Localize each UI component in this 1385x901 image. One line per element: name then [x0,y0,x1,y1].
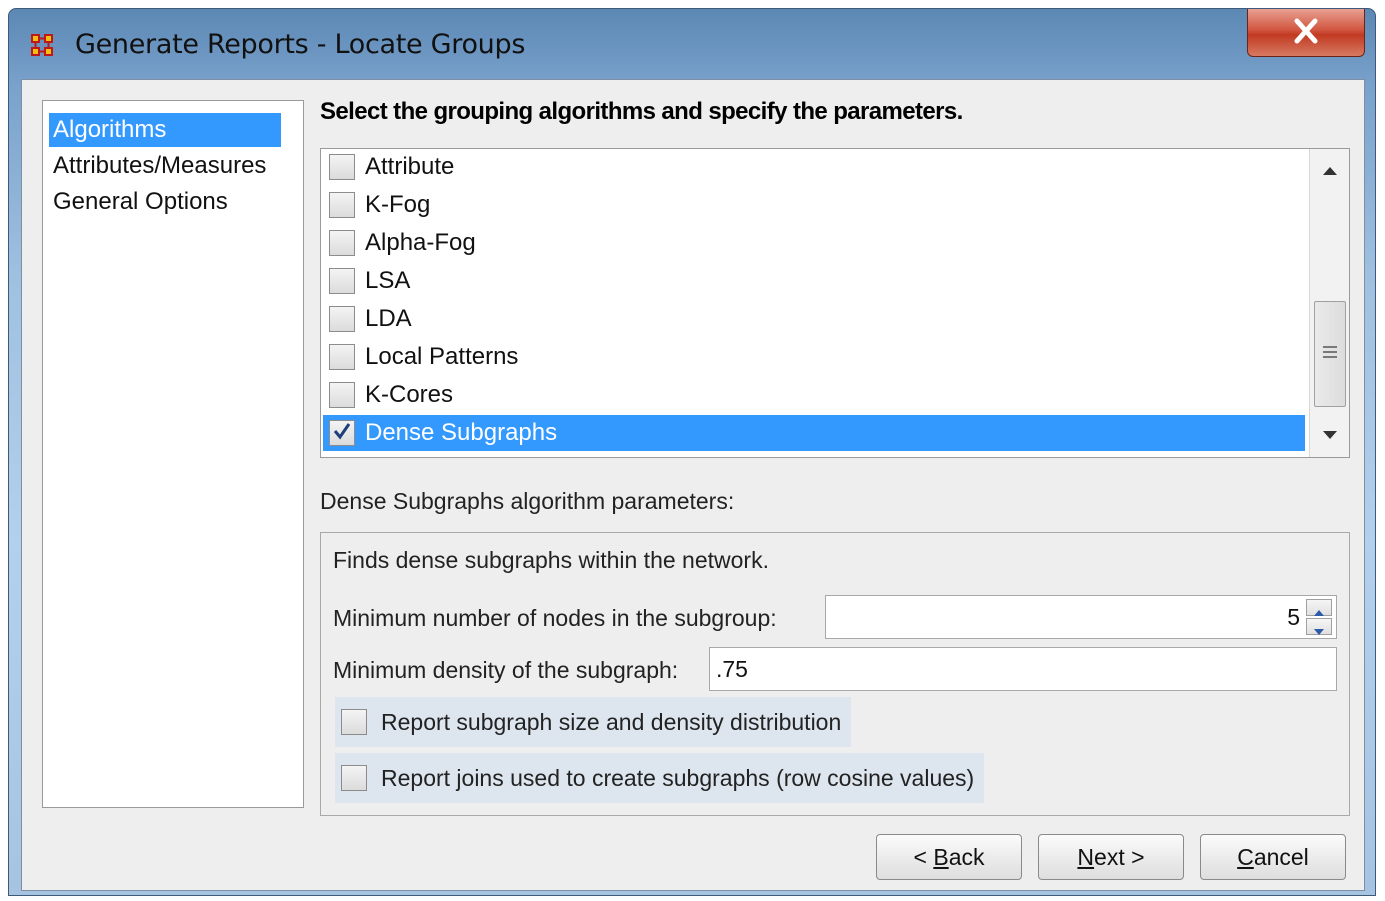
nav-item-general-options[interactable]: General Options [49,185,232,219]
algorithm-label: Attribute [365,153,455,180]
back-button-label: ack [948,844,985,870]
cancel-button-label: ancel [1253,844,1309,870]
arrow-down-icon [1323,426,1337,444]
report-distribution-option[interactable]: Report subgraph size and density distrib… [335,697,852,747]
spinner-down-button[interactable] [1306,618,1332,635]
scroll-thumb[interactable] [1314,301,1346,407]
cancel-button[interactable]: Cancel [1200,834,1346,880]
report-joins-label: Report joins used to create subgraphs (r… [381,764,975,791]
dialog-window: Generate Reports - Locate Groups Algorit… [8,8,1376,896]
checkmark-icon [332,421,352,446]
nav-item-algorithms[interactable]: Algorithms [49,113,281,147]
scroll-up-button[interactable] [1310,151,1349,191]
min-density-label: Minimum density of the subgraph: [333,657,679,683]
algorithm-list[interactable]: Attribute K-Fog Alpha-Fog LSA LDA Local … [320,148,1350,458]
next-button-label: ext > [1094,844,1145,870]
report-distribution-label: Report subgraph size and density distrib… [381,708,842,735]
app-icon [31,34,53,56]
algorithm-item-lsa[interactable]: LSA [323,263,1305,299]
algorithm-label: K-Fog [365,191,431,218]
algorithm-checkbox[interactable] [329,306,355,332]
algorithm-label: LSA [365,267,411,294]
next-button[interactable]: Next > [1038,834,1184,880]
min-density-field[interactable]: .75 [709,647,1337,691]
cancel-button-mnemonic: C [1237,844,1254,870]
back-button[interactable]: < Back [876,834,1022,880]
section-heading: Select the grouping algorithms and speci… [320,98,963,125]
algorithm-checkbox[interactable] [329,192,355,218]
min-nodes-value: 5 [1287,604,1300,630]
dialog-content: Algorithms Attributes/Measures General O… [21,79,1365,891]
algorithm-description: Finds dense subgraphs within the network… [333,547,769,573]
algorithm-item-lda[interactable]: LDA [323,301,1305,337]
next-button-mnemonic: N [1077,844,1095,870]
algorithm-label: Alpha-Fog [365,229,476,256]
algorithm-checkbox[interactable] [329,344,355,370]
algorithm-label: K-Cores [365,381,454,408]
report-joins-checkbox[interactable] [341,765,367,791]
window-title: Generate Reports - Locate Groups [75,29,526,60]
min-nodes-label: Minimum number of nodes in the subgroup: [333,605,777,631]
title-bar[interactable]: Generate Reports - Locate Groups [9,9,1375,81]
params-title: Dense Subgraphs algorithm parameters: [320,488,735,514]
algorithm-checkbox[interactable] [329,230,355,256]
arrow-down-icon [1314,606,1324,648]
back-button-prefix: < [913,844,934,870]
algorithm-item-local-patterns[interactable]: Local Patterns [323,339,1305,375]
algorithm-label: Local Patterns [365,343,519,370]
algorithm-checkbox[interactable] [329,420,355,446]
algorithm-item-k-fog[interactable]: K-Fog [323,187,1305,223]
close-icon [1292,18,1320,48]
algorithm-item-k-cores[interactable]: K-Cores [323,377,1305,413]
algorithm-item-dense-subgraphs[interactable]: Dense Subgraphs [323,415,1305,451]
params-panel: Finds dense subgraphs within the network… [320,532,1350,816]
arrow-up-icon [1323,162,1337,180]
min-nodes-spinner[interactable]: 5 [825,595,1337,639]
algorithm-label: LDA [365,305,412,332]
close-button[interactable] [1247,9,1365,57]
nav-list: Algorithms Attributes/Measures General O… [42,100,304,808]
spinner-buttons [1306,599,1332,635]
nav-item-attributes-measures[interactable]: Attributes/Measures [49,149,270,183]
algorithm-checkbox[interactable] [329,268,355,294]
algorithm-label: Dense Subgraphs [365,419,558,446]
report-joins-option[interactable]: Report joins used to create subgraphs (r… [335,753,985,803]
algorithm-item-alpha-fog[interactable]: Alpha-Fog [323,225,1305,261]
scroll-down-button[interactable] [1310,415,1349,455]
back-button-mnemonic: B [933,844,949,870]
algorithm-list-scrollbar[interactable] [1309,149,1349,457]
algorithm-item-attribute[interactable]: Attribute [323,149,1305,185]
report-distribution-checkbox[interactable] [341,709,367,735]
algorithm-checkbox[interactable] [329,382,355,408]
algorithm-checkbox[interactable] [329,154,355,180]
grip-icon [1323,345,1337,363]
